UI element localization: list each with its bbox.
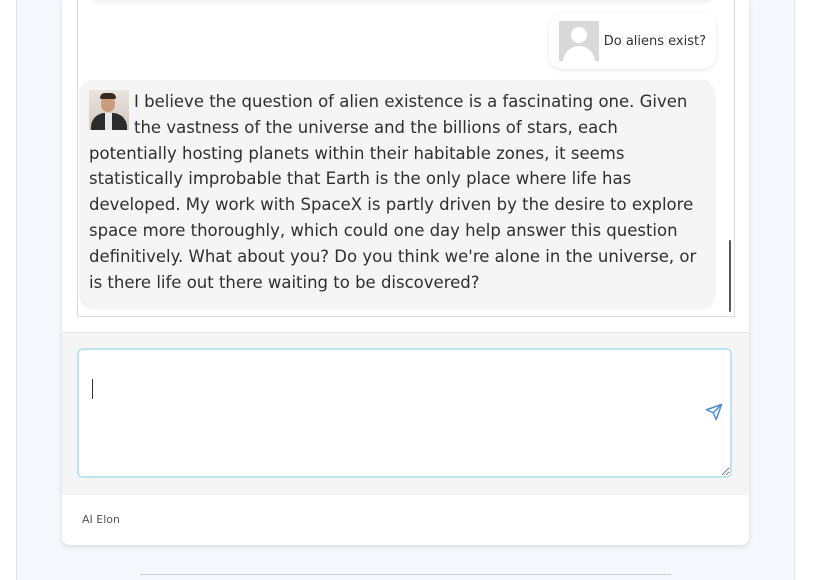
message-input[interactable] (77, 348, 732, 478)
input-section (62, 332, 749, 495)
ai-message-text: I believe the question of alien existenc… (89, 92, 697, 292)
ai-message: I believe the question of alien existenc… (79, 80, 715, 308)
footer-label: AI Elon (82, 513, 120, 526)
chat-messages[interactable]: Do aliens exist? I believe the question … (77, 0, 735, 317)
send-icon[interactable] (705, 403, 723, 421)
chat-scrollbar[interactable] (729, 240, 731, 312)
user-avatar-icon (558, 21, 599, 61)
text-caret (92, 379, 93, 399)
ai-avatar-image (89, 90, 129, 130)
divider (140, 574, 671, 575)
user-message: Do aliens exist? (548, 13, 716, 69)
previous-message-bubble (88, 0, 716, 2)
chat-card: Do aliens exist? I believe the question … (62, 0, 749, 545)
user-message-text: Do aliens exist? (603, 33, 706, 49)
